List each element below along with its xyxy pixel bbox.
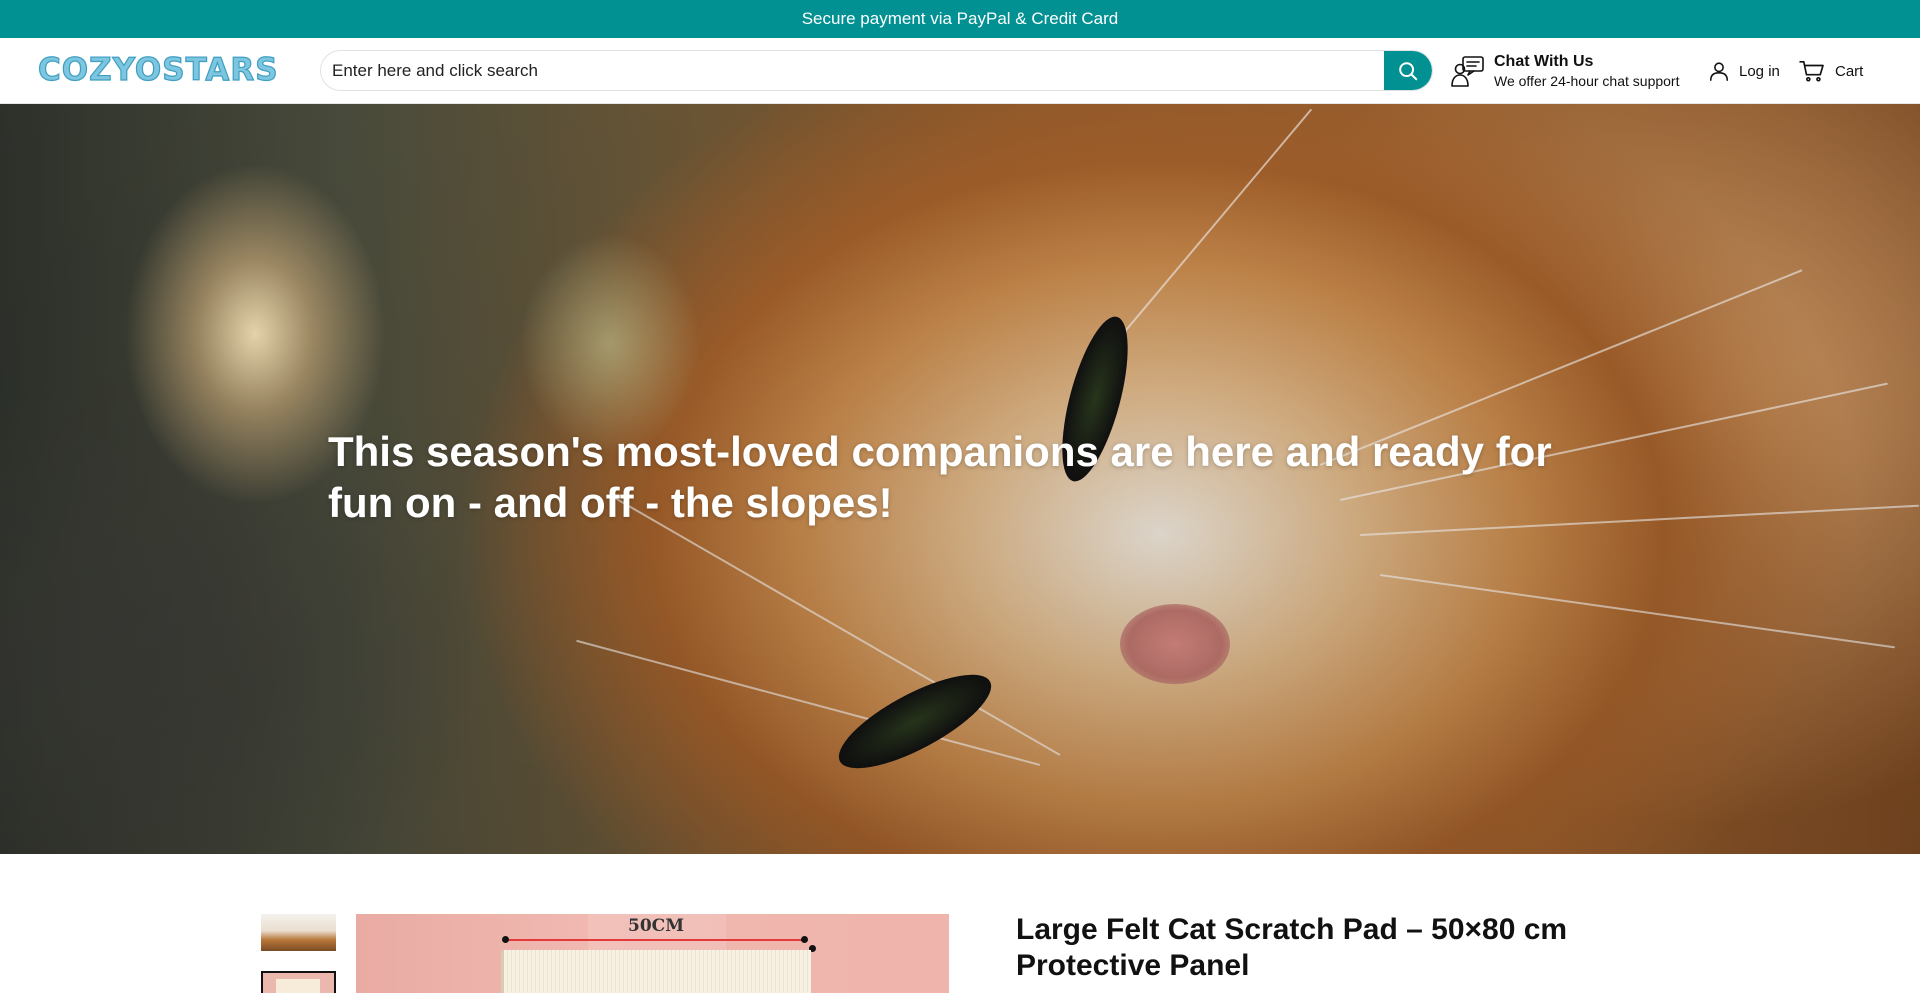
product-section: 50CM Large Felt Cat Scratch Pad – 50×80 … xyxy=(0,854,1920,993)
search-bar xyxy=(320,50,1433,91)
hero-title: This season's most-loved companions are … xyxy=(328,428,1552,526)
cart-icon xyxy=(1799,61,1824,82)
product-title: Large Felt Cat Scratch Pad – 50×80 cm Pr… xyxy=(1016,913,1568,982)
search-icon xyxy=(1399,61,1418,80)
dimension-line xyxy=(506,939,806,941)
dimension-dot xyxy=(502,936,509,943)
hero-banner[interactable]: This season's most-loved companions are … xyxy=(0,104,1920,854)
user-icon xyxy=(1709,62,1729,81)
chat-subtitle: We offer 24-hour chat support xyxy=(1494,72,1680,89)
cart-link[interactable]: Cart xyxy=(1799,56,1863,86)
login-link[interactable]: Log in xyxy=(1708,56,1780,86)
scratch-pad xyxy=(501,950,811,993)
login-label: Log in xyxy=(1739,62,1780,80)
product-thumbnail-selected[interactable] xyxy=(261,971,336,993)
product-thumbnail[interactable] xyxy=(261,914,336,951)
site-logo[interactable]: COZYOSTARS xyxy=(37,48,279,92)
announcement-bar: Secure payment via PayPal & Credit Card xyxy=(0,0,1920,38)
announcement-text: Secure payment via PayPal & Credit Card xyxy=(801,9,1119,28)
search-input[interactable] xyxy=(321,51,1385,90)
thumbnail-pad xyxy=(276,979,320,993)
dimension-label: 50CM xyxy=(628,916,685,936)
cart-label: Cart xyxy=(1835,62,1864,80)
search-button[interactable] xyxy=(1384,51,1432,90)
chat-support-icon xyxy=(1451,56,1484,87)
chat-with-us-link[interactable]: Chat With Us We offer 24-hour chat suppo… xyxy=(1450,48,1700,94)
product-main-image[interactable]: 50CM xyxy=(356,914,949,993)
site-header: COZYOSTARS Chat With Us We offer 24-hour… xyxy=(0,38,1920,104)
chat-title: Chat With Us xyxy=(1494,52,1594,70)
dimension-dot xyxy=(801,936,808,943)
